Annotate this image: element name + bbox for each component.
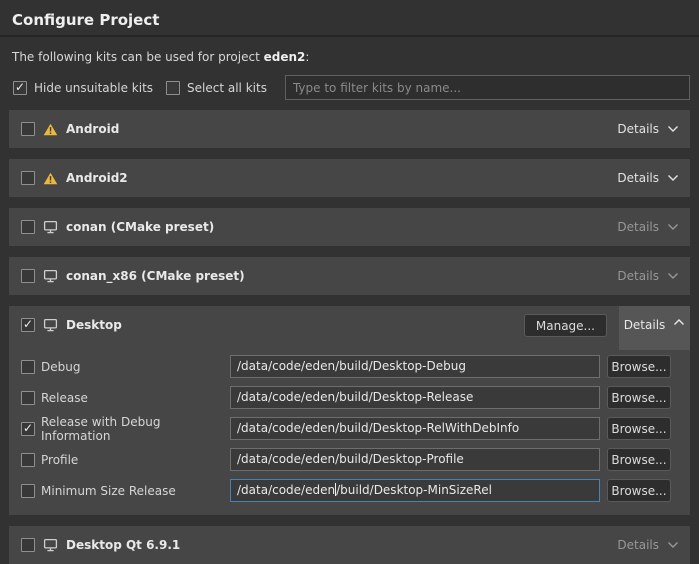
- kit-checkbox[interactable]: [21, 122, 35, 136]
- browse-button[interactable]: Browse...: [607, 417, 671, 440]
- select-all-label: Select all kits: [187, 81, 267, 95]
- build-config-row-relwithdebinfo: Release with Debug Information /data/cod…: [9, 413, 690, 444]
- config-checkbox[interactable]: [21, 391, 35, 405]
- kit-header: Android2 Details: [9, 159, 690, 197]
- kit-checkbox[interactable]: [21, 269, 35, 283]
- config-checkbox[interactable]: [21, 422, 35, 436]
- warning-icon: [43, 172, 58, 185]
- configure-project-panel: { "window": { "title": "Configure Projec…: [0, 0, 699, 562]
- config-label: Profile: [41, 453, 230, 467]
- build-config-row-debug: Debug /data/code/eden/build/Desktop-Debu…: [9, 351, 690, 382]
- desktop-icon: [43, 220, 58, 234]
- config-label: Release with Debug Information: [41, 415, 230, 443]
- kit-controls: Hide unsuitable kits Select all kits: [13, 75, 690, 100]
- build-config-row-profile: Profile /data/code/eden/build/Desktop-Pr…: [9, 444, 690, 475]
- build-config-row-release: Release /data/code/eden/build/Desktop-Re…: [9, 382, 690, 413]
- manage-button[interactable]: Manage...: [524, 314, 607, 337]
- kit-section-android: Android Details: [9, 110, 690, 148]
- title-divider: [0, 35, 699, 37]
- config-label: Release: [41, 391, 230, 405]
- warning-icon: [43, 123, 58, 136]
- hide-unsuitable-kits-option[interactable]: Hide unsuitable kits: [13, 81, 153, 95]
- browse-button[interactable]: Browse...: [607, 386, 671, 409]
- kit-name: Android2: [66, 171, 128, 185]
- intro-prefix: The following kits can be used for proje…: [12, 50, 264, 64]
- browse-button[interactable]: Browse...: [607, 479, 671, 502]
- kit-section-conan: conan (CMake preset) Details: [9, 208, 690, 246]
- chevron-down-icon: [667, 541, 679, 549]
- kit-name: Desktop: [66, 318, 122, 332]
- details-label: Details: [617, 538, 659, 552]
- details-label: Details: [617, 171, 659, 185]
- details-label: Details: [617, 220, 659, 234]
- desktop-icon: [43, 538, 58, 552]
- build-config-list: Debug /data/code/eden/build/Desktop-Debu…: [9, 344, 690, 515]
- select-all-kits-option[interactable]: Select all kits: [166, 81, 267, 95]
- build-dir-input[interactable]: /data/code/eden/build/Desktop-Debug: [230, 355, 600, 378]
- chevron-down-icon: [667, 223, 679, 231]
- details-toggle[interactable]: Details: [619, 306, 690, 350]
- details-label: Details: [624, 318, 666, 332]
- build-config-row-minsizerel: Minimum Size Release /data/code/eden/bui…: [9, 475, 690, 506]
- desktop-icon: [43, 269, 58, 283]
- chevron-down-icon: [667, 174, 679, 182]
- build-dir-input[interactable]: /data/code/eden/build/Desktop-Release: [230, 386, 600, 409]
- intro-text: The following kits can be used for proje…: [12, 50, 687, 64]
- kit-checkbox[interactable]: [21, 538, 35, 552]
- hide-unsuitable-checkbox[interactable]: [13, 81, 27, 95]
- build-dir-input[interactable]: /data/code/eden/build/Desktop-MinSizeRel: [230, 479, 600, 502]
- config-checkbox[interactable]: [21, 484, 35, 498]
- kit-name: conan_x86 (CMake preset): [66, 269, 245, 283]
- intro-suffix: :: [305, 50, 309, 64]
- text-caret: [335, 483, 336, 496]
- chevron-up-icon: [673, 318, 685, 326]
- details-toggle[interactable]: Details: [604, 257, 690, 295]
- config-checkbox[interactable]: [21, 453, 35, 467]
- kit-header: conan_x86 (CMake preset) Details: [9, 257, 690, 295]
- browse-button[interactable]: Browse...: [607, 448, 671, 471]
- details-toggle[interactable]: Details: [604, 110, 690, 148]
- build-dir-input[interactable]: /data/code/eden/build/Desktop-RelWithDeb…: [230, 417, 600, 440]
- details-label: Details: [617, 122, 659, 136]
- kit-section-android2: Android2 Details: [9, 159, 690, 197]
- kit-filter-input[interactable]: [285, 75, 690, 100]
- kit-checkbox[interactable]: [21, 220, 35, 234]
- kit-checkbox[interactable]: [21, 171, 35, 185]
- kit-header: conan (CMake preset) Details: [9, 208, 690, 246]
- kit-name: conan (CMake preset): [66, 220, 214, 234]
- hide-unsuitable-label: Hide unsuitable kits: [34, 81, 153, 95]
- browse-button[interactable]: Browse...: [607, 355, 671, 378]
- chevron-down-icon: [667, 125, 679, 133]
- kit-checkbox[interactable]: [21, 318, 35, 332]
- kit-list: Android Details Android2 Details: [0, 110, 699, 564]
- config-label: Debug: [41, 360, 230, 374]
- kit-section-conan-x86: conan_x86 (CMake preset) Details: [9, 257, 690, 295]
- select-all-checkbox[interactable]: [166, 81, 180, 95]
- kit-header: Desktop Qt 6.9.1 Details: [9, 526, 690, 564]
- build-dir-input[interactable]: /data/code/eden/build/Desktop-Profile: [230, 448, 600, 471]
- page-title: Configure Project: [0, 0, 699, 29]
- kit-section-desktop-qt: Desktop Qt 6.9.1 Details: [9, 526, 690, 564]
- kit-section-desktop: Desktop Manage... Details Debug /data/co…: [9, 306, 690, 515]
- details-toggle[interactable]: Details: [604, 159, 690, 197]
- kit-header: Desktop Manage...: [9, 306, 690, 344]
- kit-name: Android: [66, 122, 119, 136]
- details-toggle[interactable]: Details: [604, 526, 690, 564]
- details-label: Details: [617, 269, 659, 283]
- config-label: Minimum Size Release: [41, 484, 230, 498]
- chevron-down-icon: [667, 272, 679, 280]
- kit-header: Android Details: [9, 110, 690, 148]
- details-toggle[interactable]: Details: [604, 208, 690, 246]
- project-name: eden2: [264, 50, 306, 64]
- kit-name: Desktop Qt 6.9.1: [66, 538, 180, 552]
- config-checkbox[interactable]: [21, 360, 35, 374]
- desktop-icon: [43, 318, 58, 332]
